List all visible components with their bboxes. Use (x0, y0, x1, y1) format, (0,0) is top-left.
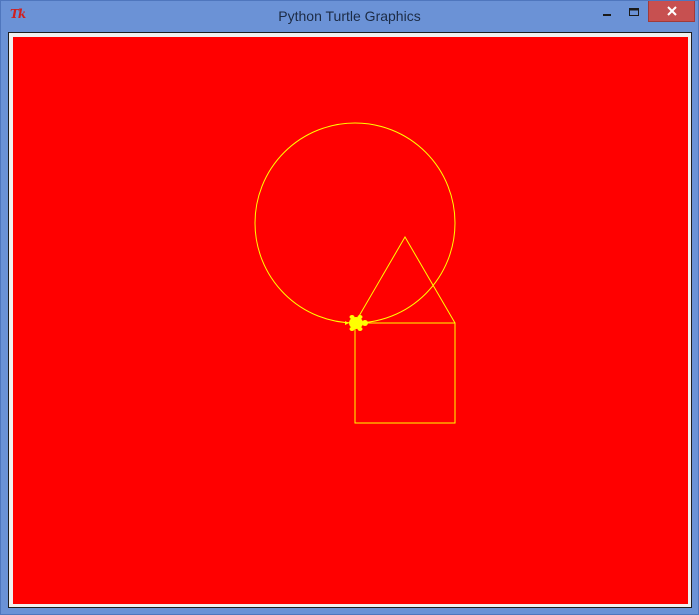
title-bar[interactable]: Tk Python Turtle Graphics (1, 1, 698, 32)
minimize-icon (602, 13, 611, 16)
close-icon (666, 6, 677, 16)
turtle-window: Tk Python Turtle Graphics (0, 0, 699, 615)
maximize-button[interactable] (620, 1, 647, 22)
drawing-surface (13, 37, 688, 604)
maximize-icon (628, 7, 639, 16)
minimize-button[interactable] (593, 1, 620, 22)
close-button[interactable] (648, 1, 695, 22)
turtle-canvas[interactable] (13, 37, 688, 604)
